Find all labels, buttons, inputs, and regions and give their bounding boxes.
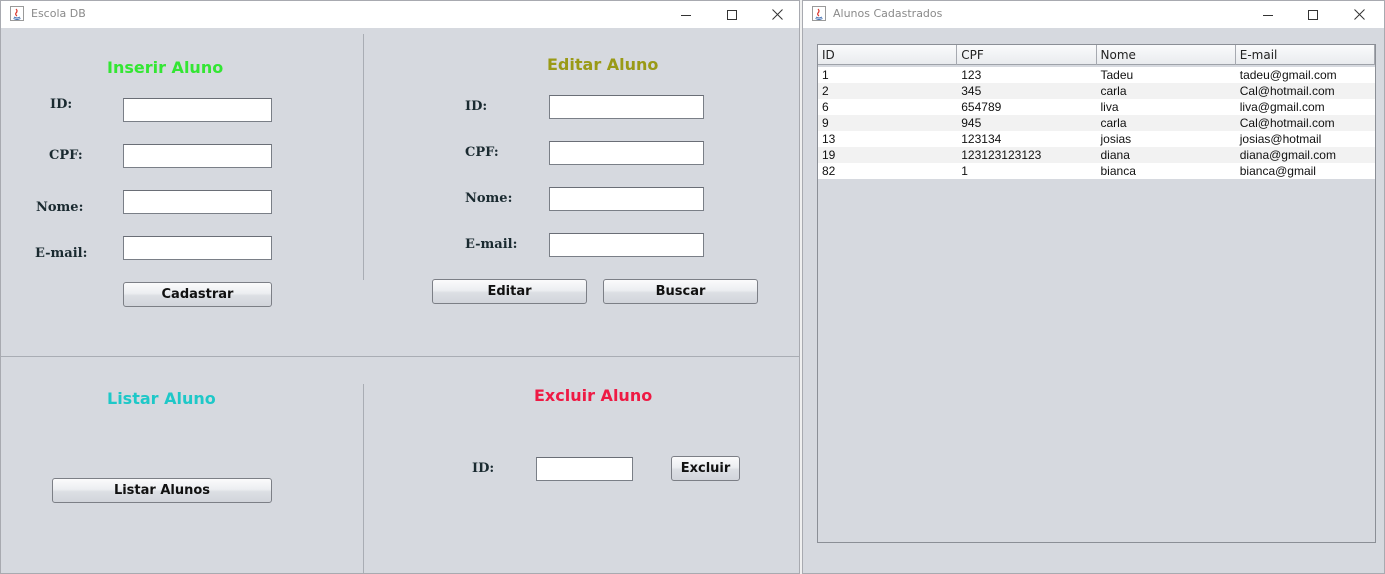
cell-email: tadeu@gmail.com [1239, 68, 1337, 82]
excluir-id-label: ID: [472, 461, 495, 476]
divider-top [363, 34, 364, 280]
inserir-email-label: E-mail: [35, 246, 88, 261]
cell-nome: josias [1100, 132, 1132, 146]
cell-id: 6 [822, 100, 829, 114]
window-title: Alunos Cadastrados [833, 7, 943, 20]
inserir-aluno-title: Inserir Aluno [107, 58, 224, 77]
maximize-icon [727, 9, 737, 20]
editar-button[interactable]: Editar [432, 279, 587, 304]
table-header: ID CPF Nome E-mail [818, 45, 1375, 65]
cell-nome: carla [1100, 116, 1127, 130]
column-header[interactable]: Nome [1097, 45, 1236, 65]
cell-cpf: 123 [961, 68, 982, 82]
alunos-table[interactable]: ID CPF Nome E-mail 1 123 Tadeu tadeu@gma… [817, 44, 1376, 543]
inserir-email-input[interactable] [123, 236, 272, 260]
cell-email: bianca@gmail [1239, 164, 1316, 178]
cell-email: josias@hotmail [1239, 132, 1322, 146]
editar-email-input[interactable] [549, 233, 704, 257]
java-app-icon [10, 6, 24, 21]
cell-id: 9 [822, 116, 829, 130]
editar-cpf-label: CPF: [465, 145, 499, 160]
table-row[interactable]: 1 123 Tadeu tadeu@gmail.com [818, 67, 1375, 83]
cell-cpf: 345 [961, 84, 982, 98]
maximize-icon [1308, 9, 1318, 20]
cell-nome: carla [1100, 84, 1127, 98]
excluir-aluno-title: Excluir Aluno [534, 386, 653, 405]
maximize-button[interactable] [1290, 1, 1336, 28]
window-title: Escola DB [31, 7, 86, 20]
maximize-button[interactable] [709, 1, 755, 28]
divider-bottom [363, 384, 364, 573]
cell-email: liva@gmail.com [1239, 100, 1325, 114]
cell-cpf: 123134 [961, 132, 1002, 146]
minimize-button[interactable] [1245, 1, 1291, 28]
minimize-button[interactable] [663, 1, 709, 28]
cell-email: diana@gmail.com [1239, 148, 1336, 162]
inserir-id-label: ID: [50, 97, 73, 112]
table-row[interactable]: 19 123123123123 diana diana@gmail.com [818, 147, 1375, 163]
excluir-id-input[interactable] [536, 457, 633, 481]
inserir-cpf-label: CPF: [49, 148, 83, 163]
excluir-button[interactable]: Excluir [671, 456, 740, 481]
inserir-nome-label: Nome: [36, 200, 84, 215]
cell-nome: bianca [1100, 164, 1136, 178]
editar-email-label: E-mail: [465, 237, 518, 252]
buscar-button[interactable]: Buscar [603, 279, 758, 304]
listar-alunos-button[interactable]: Listar Alunos [52, 478, 272, 503]
editar-aluno-title: Editar Aluno [547, 55, 659, 74]
cell-email: Cal@hotmail.com [1239, 116, 1335, 130]
divider-middle [1, 356, 799, 357]
table-row[interactable]: 82 1 bianca bianca@gmail [818, 163, 1375, 179]
cell-cpf: 123123123123 [961, 148, 1042, 162]
escola-db-window: Escola DB Inserir Aluno ID: CPF: Nome: E… [0, 0, 800, 574]
cadastrar-button[interactable]: Cadastrar [123, 282, 272, 307]
editar-cpf-input[interactable] [549, 141, 704, 165]
cell-nome: Tadeu [1100, 68, 1134, 82]
cell-cpf: 1 [961, 164, 968, 178]
java-app-icon [812, 6, 826, 21]
column-header[interactable]: CPF [957, 45, 1097, 65]
cell-cpf: 654789 [961, 100, 1002, 114]
cell-id: 13 [822, 132, 836, 146]
column-header[interactable]: ID [818, 45, 958, 65]
editar-id-label: ID: [465, 99, 488, 114]
cell-nome: liva [1100, 100, 1119, 114]
close-button[interactable] [1336, 1, 1382, 28]
cell-nome: diana [1100, 148, 1130, 162]
editar-id-input[interactable] [549, 95, 704, 119]
cell-id: 2 [822, 84, 829, 98]
table-row[interactable]: 13 123134 josias josias@hotmail [818, 131, 1375, 147]
cell-id: 1 [822, 68, 829, 82]
cell-id: 82 [822, 164, 836, 178]
close-button[interactable] [754, 1, 799, 28]
cell-id: 19 [822, 148, 836, 162]
inserir-id-input[interactable] [123, 98, 272, 122]
minimize-icon [681, 14, 691, 16]
table-row[interactable]: 6 654789 liva liva@gmail.com [818, 99, 1375, 115]
editar-nome-input[interactable] [549, 187, 704, 211]
titlebar[interactable]: Escola DB [1, 1, 799, 28]
inserir-nome-input[interactable] [123, 190, 272, 214]
column-header[interactable]: E-mail [1236, 45, 1375, 65]
table-row[interactable]: 2 345 carla Cal@hotmail.com [818, 83, 1375, 99]
table-body: 1 123 Tadeu tadeu@gmail.com 2 345 carla … [818, 67, 1375, 179]
close-icon [1353, 9, 1365, 20]
editar-nome-label: Nome: [465, 191, 513, 206]
cell-cpf: 945 [961, 116, 982, 130]
cell-email: Cal@hotmail.com [1239, 84, 1335, 98]
listar-aluno-title: Listar Aluno [107, 389, 216, 408]
close-icon [771, 9, 783, 20]
titlebar[interactable]: Alunos Cadastrados [803, 1, 1384, 28]
table-row[interactable]: 9 945 carla Cal@hotmail.com [818, 115, 1375, 131]
minimize-icon [1263, 14, 1273, 16]
alunos-cadastrados-window: Alunos Cadastrados ID CPF Nome E-mail 1 … [802, 0, 1385, 574]
inserir-cpf-input[interactable] [123, 144, 272, 168]
